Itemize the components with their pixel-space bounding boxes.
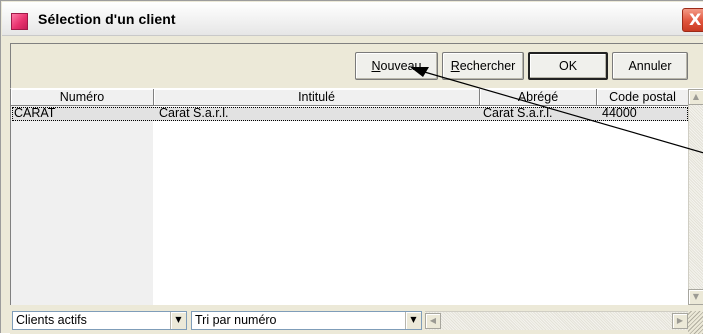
- app-icon: [11, 13, 28, 30]
- resize-grip-icon[interactable]: [688, 311, 703, 334]
- ok-button[interactable]: OK: [528, 52, 608, 80]
- status-filter-select[interactable]: Clients actifs ▼: [12, 311, 187, 330]
- window-title: Sélection d'un client: [38, 11, 176, 27]
- cell-numero: CARAT: [14, 106, 56, 120]
- cell-code-postal: 44000: [602, 106, 637, 120]
- column-header-code-postal[interactable]: Code postal: [597, 89, 689, 106]
- sort-order-select[interactable]: Tri par numéro ▼: [191, 311, 422, 330]
- table-row[interactable]: [12, 107, 688, 121]
- scroll-left-icon[interactable]: ◀: [425, 313, 441, 329]
- scroll-down-icon[interactable]: ▼: [688, 289, 703, 305]
- new-button[interactable]: Nouveau: [355, 52, 438, 80]
- search-button-mnemonic: R: [450, 59, 460, 73]
- chevron-down-icon[interactable]: ▼: [405, 312, 421, 329]
- search-button[interactable]: Rechercher: [442, 52, 524, 80]
- column-header-numero[interactable]: Numéro: [11, 89, 154, 106]
- column-header-intitule[interactable]: Intitulé: [154, 89, 480, 106]
- sort-order-value: Tri par numéro: [195, 313, 277, 327]
- scroll-right-icon[interactable]: ▶: [672, 313, 688, 329]
- chevron-down-icon[interactable]: ▼: [170, 312, 186, 329]
- search-button-label: echercher: [459, 59, 516, 73]
- close-button[interactable]: X: [682, 8, 703, 32]
- cancel-button[interactable]: Annuler: [612, 52, 688, 80]
- scroll-up-icon[interactable]: ▲: [688, 89, 703, 105]
- title-bar[interactable]: Sélection d'un client X: [2, 2, 703, 36]
- horizontal-scrollbar[interactable]: ◀ ▶: [425, 311, 688, 330]
- cell-intitule: Carat S.a.r.l.: [159, 106, 229, 120]
- client-selection-window: Sélection d'un client X Nouveau Recherch…: [0, 0, 703, 334]
- numero-column-background: [11, 106, 153, 305]
- column-header-abrege[interactable]: Abrégé: [480, 89, 597, 106]
- status-filter-value: Clients actifs: [16, 313, 87, 327]
- vertical-scrollbar[interactable]: ▲ ▼: [688, 89, 703, 305]
- new-button-label: ouveau: [380, 59, 422, 73]
- cell-abrege: Carat S.a.r.l.: [483, 106, 553, 120]
- new-button-mnemonic: N: [371, 59, 381, 73]
- client-list[interactable]: Numéro Intitulé Abrégé Code postal CARAT…: [10, 89, 689, 305]
